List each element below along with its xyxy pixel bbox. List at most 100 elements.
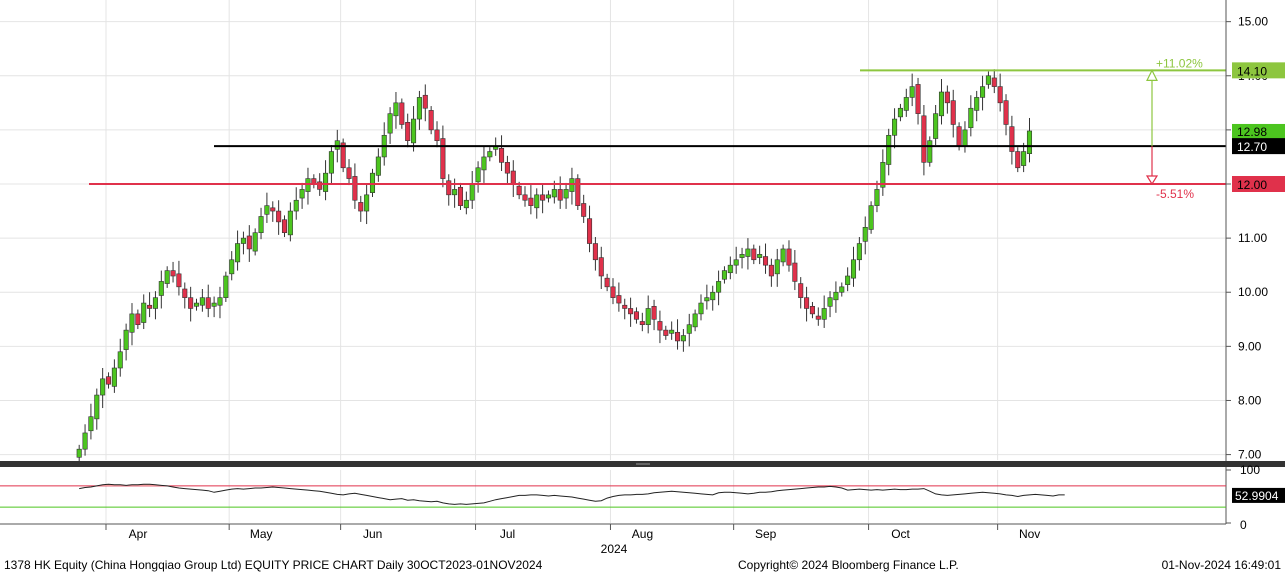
candle-body [369,172,376,193]
candle-body [897,107,903,118]
candle-body [815,315,821,320]
timestamp-text: 01-Nov-2024 16:49:01 [1161,558,1281,572]
candle-body [522,194,528,201]
candle-body [721,270,727,280]
candle-body [669,329,675,334]
candle-body [716,281,722,293]
candle-body [886,134,892,165]
candle-body [170,270,176,277]
candle-body [780,248,786,263]
candle-body [944,91,950,104]
candle-body [774,259,780,275]
rsi-line [79,483,1065,505]
candle-body [651,306,657,320]
candle-body [985,75,991,85]
candle-body [674,331,681,342]
candle-body [581,203,587,217]
candle-body [850,259,857,279]
candle-body [211,302,217,307]
candle-body [845,275,851,285]
last-price-label: 12.98 [1237,125,1267,139]
candle-body [276,210,282,223]
candle-body [804,297,810,309]
lower-range-arrowhead [1145,175,1159,186]
candle-body [434,129,440,142]
x-tick-label: Aug [632,527,653,541]
candle-body [862,226,868,242]
level-label: 12.00 [1237,178,1267,192]
y-tick-label: 9.00 [1238,339,1262,353]
candle-body [88,416,94,432]
candle-body [499,147,505,163]
candle-body [839,286,845,293]
x-tick-label: Nov [1019,527,1040,541]
candle-body [76,448,82,458]
candle-body [323,172,329,192]
candle-body [510,170,516,185]
copyright-text: Copyright© 2024 Bloomberg Finance L.P. [738,558,959,572]
candle-body [551,189,557,198]
candle-body [950,100,956,125]
upper-range-percent: +11.02% [1156,56,1203,70]
candle-body [452,189,458,196]
candle-body [117,351,123,369]
candle-body [980,86,986,98]
rsi-panel: 100 0 52.9904 [0,463,1285,532]
candle-body [147,304,153,309]
candle-body [686,324,692,334]
y-tick-label: 11.00 [1238,231,1267,245]
candle-body [176,273,182,288]
candle-body [856,243,862,261]
candle-body [152,297,158,309]
candle-body [991,77,997,87]
candle-body [710,291,716,301]
candle-body [575,178,581,206]
candle-body [569,178,575,192]
candle-body [440,138,446,179]
candle-body [141,302,147,323]
candle-body [416,97,422,120]
candle-body [387,113,393,134]
candle-body [475,167,481,183]
rsi-last-value-label: 52.9904 [1235,489,1279,503]
candle-body [921,115,927,163]
candle-body [516,185,522,196]
candle-body [727,264,733,274]
candle-body [933,113,939,139]
candle-layer [76,69,1033,462]
candle-body [628,308,634,315]
lower-range-percent: -5.51% [1156,187,1194,201]
candle-body [463,199,469,209]
x-tick-label: Sep [755,527,777,541]
candle-body [792,262,798,282]
candle-body [733,259,739,266]
candle-body [903,97,909,111]
candle-body [422,94,428,109]
candle-body [158,281,164,296]
grid-layer [0,0,1226,523]
candle-body [428,110,434,131]
candle-body [299,189,305,199]
x-tick-label: Jun [363,527,382,541]
candle-body [111,367,117,387]
candle-body [375,156,381,176]
candle-body [193,302,200,307]
candle-body [827,297,833,307]
candle-body [704,297,710,302]
candle-body [287,210,293,236]
candle-body [100,378,106,396]
candle-body [698,302,704,315]
candle-body [205,297,211,309]
candle-body [1009,126,1015,152]
candle-body [745,248,751,257]
candle-body [610,286,616,298]
candle-body [217,297,223,306]
candle-body [645,308,651,326]
candle-body [545,194,552,199]
candle-body [481,156,487,171]
chart-description: 1378 HK Equity (China Hongqiao Group Ltd… [4,558,543,572]
candle-body [487,151,493,158]
candle-body [240,237,246,244]
candle-body [639,321,645,326]
candle-body [751,248,757,261]
